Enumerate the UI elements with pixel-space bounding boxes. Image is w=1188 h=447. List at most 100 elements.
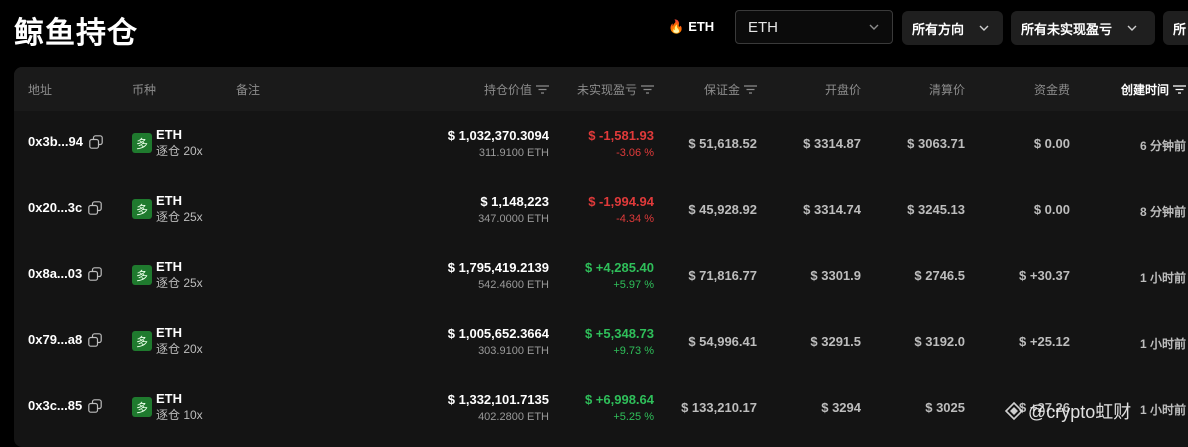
table-header: 地址 币种 备注 持仓价值 未实现盈亏 保证金 开盘价 清算价 资金费 创建时间 [14,67,1188,111]
pnl-percent: -3.06 % [616,147,654,159]
created-time: 8 分钟前 [1139,205,1186,219]
leverage-text: 逐仓 25x [156,210,203,224]
entry-price: $ 3314.74 [803,202,861,217]
pnl-filter-label: 所有未实现盈亏 [1021,21,1113,37]
address-cell[interactable]: 0x3b...94 [28,134,103,149]
col-pnl-label: 未实现盈亏 [576,83,637,97]
address-cell[interactable]: 0x3c...85 [28,398,103,413]
address-text[interactable]: 0x8a...03 [28,266,82,281]
copy-icon[interactable] [88,200,103,215]
coin-cell: 多 ETH 逐仓 20x [132,325,203,357]
pnl-percent: +5.25 % [613,411,654,423]
col-margin[interactable]: 保证金 [704,81,757,98]
pnl-cell: $ -1,994.94 -4.34 % [588,193,654,227]
created-time: 1 小时前 [1139,337,1186,351]
entry-price: $ 3291.5 [810,334,861,349]
margin-value: $ 45,928.92 [688,202,757,217]
col-value[interactable]: 持仓价值 [484,81,549,98]
pnl-value: $ +5,348.73 [584,326,654,341]
position-amount: 303.9100 ETH [478,345,549,357]
col-created[interactable]: 创建时间 [1121,81,1186,98]
pnl-cell: $ +4,285.40 +5.97 % [585,259,654,293]
address-text[interactable]: 0x3b...94 [28,134,83,149]
created-time: 1 小时前 [1139,271,1186,285]
funding-fee: $ +25.12 [1019,334,1070,349]
coin-cell: 多 ETH 逐仓 25x [132,193,203,225]
position-value: $ 1,332,101.7135 [447,392,549,407]
hot-eth-label: ETH [688,19,715,34]
table-row[interactable]: 0x79...a8 多 ETH 逐仓 20x $ 1,005,652.3664 … [14,309,1188,375]
watermark-text: @crypto虹财 [1028,402,1132,422]
filter-icon [641,85,654,94]
direction-filter-label: 所有方向 [912,21,965,37]
coin-select[interactable]: ETH [735,10,893,44]
col-funding: 资金费 [1033,83,1070,97]
margin-value: $ 51,618.52 [688,136,757,151]
address-text[interactable]: 0x20...3c [28,200,82,215]
address-text[interactable]: 0x3c...85 [28,398,82,413]
funding-fee: $ +30.37 [1019,268,1070,283]
position-amount: 542.4600 ETH [478,279,549,291]
entry-price: $ 3294 [821,400,861,415]
col-pnl[interactable]: 未实现盈亏 [577,81,654,98]
filter-icon [744,85,757,94]
coin-name: ETH [156,259,182,274]
copy-icon[interactable] [88,398,103,413]
table-row[interactable]: 0x8a...03 多 ETH 逐仓 25x $ 1,795,419.2139 … [14,243,1188,309]
value-cell: $ 1,005,652.3664 303.9100 ETH [448,325,549,359]
table-row[interactable]: 0x3b...94 多 ETH 逐仓 20x $ 1,032,370.3094 … [14,111,1188,177]
col-liq: 清算价 [928,83,965,97]
coin-name: ETH [156,127,182,142]
long-badge: 多 [132,331,152,351]
copy-icon[interactable] [88,266,103,281]
position-amount: 402.2800 ETH [478,411,549,423]
pnl-value: $ +4,285.40 [584,260,654,275]
address-cell[interactable]: 0x79...a8 [28,332,103,347]
hot-eth-tag[interactable]: 🔥 ETH [668,19,714,35]
col-value-label: 持仓价值 [483,83,532,97]
entry-price: $ 3301.9 [810,268,861,283]
filter-icon [536,85,549,94]
filter-icon [1173,85,1186,94]
leverage-text: 逐仓 10x [156,408,203,422]
funding-fee: $ 0.00 [1033,136,1070,151]
coin-name: ETH [156,193,182,208]
coin-cell: 多 ETH 逐仓 20x [132,127,203,159]
leverage-text: 逐仓 20x [156,144,203,158]
pnl-value: $ +6,998.64 [584,392,654,407]
chevron-down-icon [979,25,989,31]
extra-filter[interactable]: 所 [1163,11,1188,45]
address-text[interactable]: 0x79...a8 [28,332,82,347]
direction-filter[interactable]: 所有方向 [902,11,1003,45]
pnl-filter[interactable]: 所有未实现盈亏 [1011,11,1155,45]
col-entry: 开盘价 [824,83,861,97]
whale-positions-table: 地址 币种 备注 持仓价值 未实现盈亏 保证金 开盘价 清算价 资金费 创建时间… [14,67,1188,447]
margin-value: $ 133,210.17 [681,400,757,415]
copy-icon[interactable] [88,332,103,347]
diamond-logo-icon [1004,401,1024,421]
col-address: 地址 [28,83,53,97]
watermark: @crypto虹财 [1004,398,1131,424]
position-value: $ 1,148,223 [480,194,549,209]
liquidation-price: $ 2746.5 [914,268,965,283]
chevron-down-icon [1127,25,1137,31]
address-cell[interactable]: 0x20...3c [28,200,103,215]
liquidation-price: $ 3245.13 [907,202,965,217]
liquidation-price: $ 3063.71 [907,136,965,151]
address-cell[interactable]: 0x8a...03 [28,266,103,281]
created-time: 6 分钟前 [1139,139,1186,153]
pnl-value: $ -1,581.93 [588,128,654,143]
extra-filter-label: 所 [1173,21,1187,37]
margin-value: $ 71,816.77 [688,268,757,283]
pnl-percent: +5.97 % [613,279,654,291]
coin-cell: 多 ETH 逐仓 25x [132,259,203,291]
value-cell: $ 1,332,101.7135 402.2800 ETH [448,391,549,425]
coin-cell: 多 ETH 逐仓 10x [132,391,203,423]
pnl-percent: +9.73 % [613,345,654,357]
long-badge: 多 [132,199,152,219]
page-title: 鲸鱼持仓 [14,17,138,50]
table-row[interactable]: 0x20...3c 多 ETH 逐仓 25x $ 1,148,223 347.0… [14,177,1188,243]
position-value: $ 1,032,370.3094 [447,128,549,143]
copy-icon[interactable] [89,134,103,149]
col-note: 备注 [236,83,261,97]
